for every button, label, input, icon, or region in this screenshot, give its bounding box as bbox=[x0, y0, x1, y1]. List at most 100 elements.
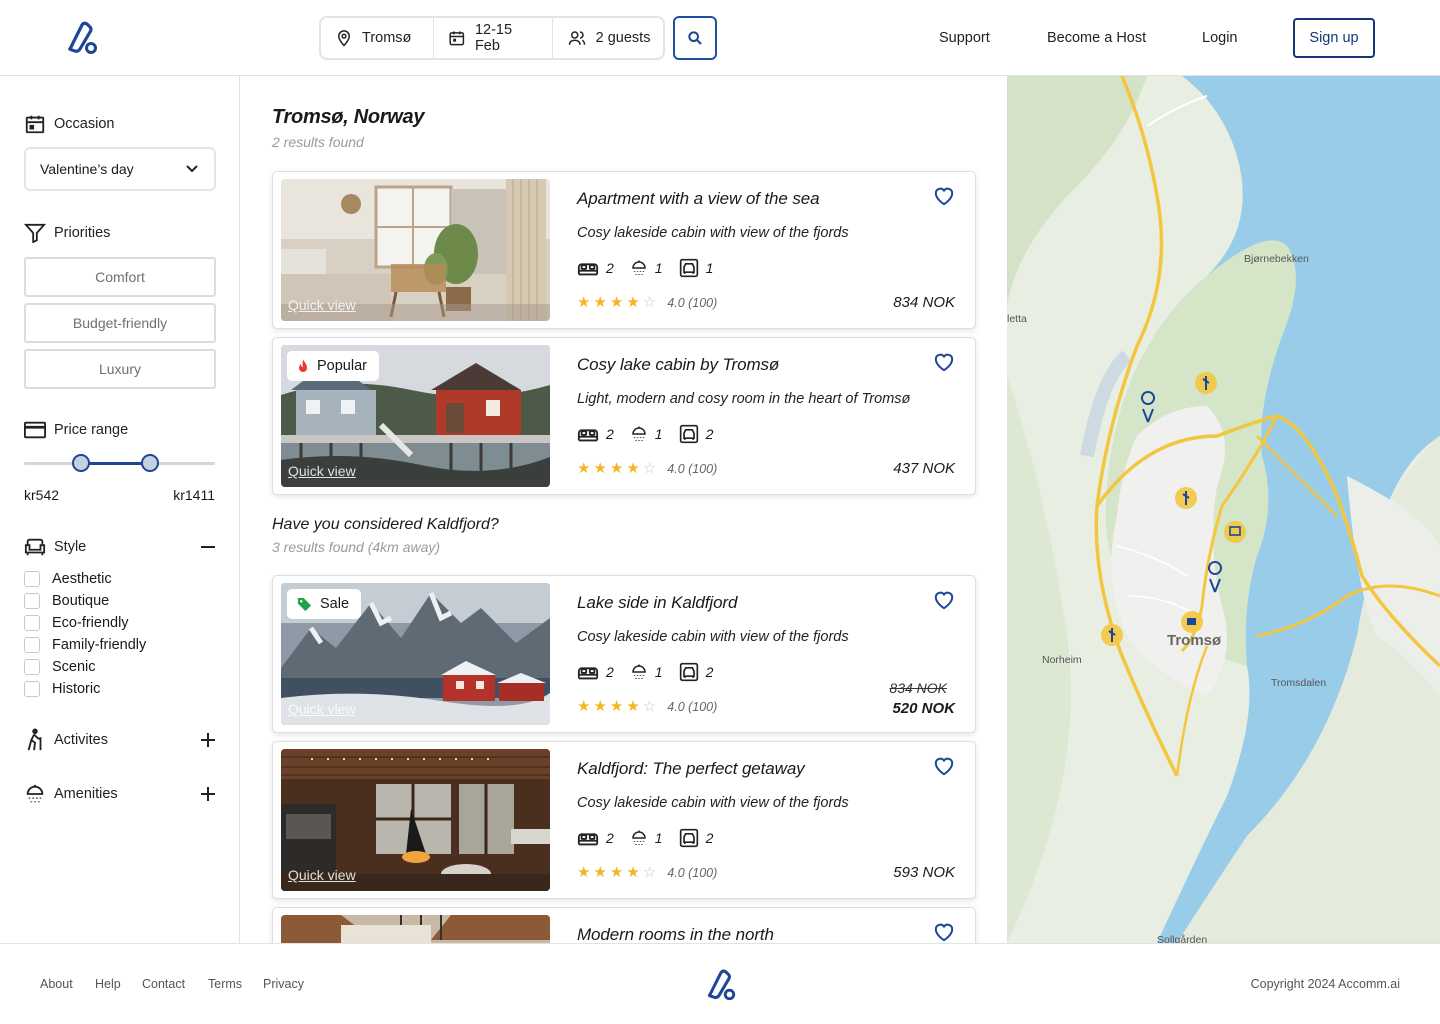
quick-view-link[interactable]: Quick view bbox=[288, 297, 356, 313]
parking-feature: 2 bbox=[679, 424, 713, 444]
listing-title[interactable]: Apartment with a view of the sea bbox=[577, 189, 820, 209]
rating-text: 4.0 (100) bbox=[667, 865, 718, 880]
style-option-eco-friendly[interactable]: Eco-friendly bbox=[24, 615, 129, 631]
showers-feature: 1 bbox=[630, 259, 663, 277]
results-map[interactable]: Bjørnebekken letta Tromsø Norheim Tromsd… bbox=[1007, 76, 1440, 943]
price-slider[interactable] bbox=[24, 454, 215, 472]
plus-icon[interactable] bbox=[200, 786, 216, 802]
dates-field[interactable]: 12-15 Feb bbox=[434, 18, 553, 58]
listing-title[interactable]: Modern rooms in the north bbox=[577, 925, 774, 943]
style-option-aesthetic[interactable]: Aesthetic bbox=[24, 571, 112, 587]
listing-title[interactable]: Kaldfjord: The perfect getaway bbox=[577, 759, 805, 779]
footer-link-help[interactable]: Help bbox=[95, 977, 121, 991]
beds-count: 2 bbox=[606, 830, 614, 846]
quick-view-link[interactable]: Quick view bbox=[288, 867, 356, 883]
search-button[interactable] bbox=[673, 16, 717, 60]
bed-icon bbox=[577, 833, 599, 846]
credit-card-icon bbox=[24, 421, 46, 439]
listing-photo[interactable]: Quick view bbox=[281, 749, 550, 891]
footer-link-about[interactable]: About bbox=[40, 977, 73, 991]
heart-icon[interactable] bbox=[933, 186, 955, 206]
signup-button[interactable]: Sign up bbox=[1293, 18, 1375, 58]
occasion-dropdown[interactable]: Valentine’s day bbox=[24, 147, 216, 191]
parking-count: 2 bbox=[705, 664, 714, 680]
filter-icon bbox=[24, 223, 46, 243]
accomm-logo[interactable] bbox=[62, 19, 100, 57]
showers-feature: 1 bbox=[630, 829, 663, 847]
map-label: Sollgården bbox=[1157, 934, 1208, 943]
heart-icon[interactable] bbox=[933, 590, 955, 610]
amenities-heading[interactable]: Amenities bbox=[24, 783, 216, 805]
listing-title[interactable]: Cosy lake cabin by Tromsø bbox=[577, 355, 779, 375]
car-icon bbox=[679, 258, 698, 278]
parking-feature: 1 bbox=[679, 258, 713, 278]
listing-photo[interactable]: Sale Quick view bbox=[281, 583, 550, 725]
listing-card[interactable]: Sale Quick view Lake side in Kaldfjord C… bbox=[272, 575, 976, 733]
activities-heading[interactable]: Activites bbox=[24, 728, 216, 752]
star-empty-icon: ☆ bbox=[642, 698, 657, 715]
priority-comfort[interactable]: Comfort bbox=[24, 257, 216, 297]
badge-label: Sale bbox=[320, 596, 350, 612]
filter-sidebar: Occasion Valentine’s day Priorities Comf… bbox=[0, 76, 240, 943]
rating-text: 4.0 (100) bbox=[667, 295, 718, 310]
heart-icon[interactable] bbox=[933, 756, 955, 776]
location-field[interactable]: Tromsø bbox=[321, 18, 435, 58]
style-option-boutique[interactable]: Boutique bbox=[24, 593, 109, 609]
option-label: Boutique bbox=[52, 593, 110, 609]
listing-card[interactable]: Quick view Apartment with a view of the … bbox=[272, 171, 976, 329]
guests-field[interactable]: 2 guests bbox=[553, 18, 663, 58]
map-label: Tromsø bbox=[1167, 632, 1222, 649]
price-max-handle[interactable] bbox=[141, 454, 160, 472]
nav-support[interactable]: Support bbox=[939, 30, 990, 46]
footer-logo[interactable] bbox=[702, 967, 738, 1003]
nav-login[interactable]: Login bbox=[1202, 30, 1237, 46]
plus-icon[interactable] bbox=[200, 732, 216, 748]
star-icon: ★ bbox=[609, 864, 624, 881]
checkbox[interactable] bbox=[24, 571, 40, 587]
listing-features: 2 1 2 bbox=[577, 424, 721, 444]
listing-description: Cosy lakeside cabin with view of the fjo… bbox=[577, 225, 849, 241]
checkbox[interactable] bbox=[24, 593, 40, 609]
minus-icon[interactable] bbox=[200, 539, 216, 555]
nav-become-host[interactable]: Become a Host bbox=[1047, 30, 1146, 46]
star-empty-icon: ☆ bbox=[642, 294, 657, 311]
listing-photo[interactable]: Popular Quick view bbox=[281, 345, 550, 487]
listing-title[interactable]: Lake side in Kaldfjord bbox=[577, 593, 737, 613]
heart-icon[interactable] bbox=[933, 352, 955, 372]
occasion-heading: Occasion bbox=[24, 113, 114, 135]
priority-budget-friendly[interactable]: Budget-friendly bbox=[24, 303, 216, 343]
amenities-label: Amenities bbox=[54, 786, 118, 802]
footer-link-privacy[interactable]: Privacy bbox=[263, 977, 304, 991]
star-icon: ★ bbox=[577, 294, 591, 311]
listing-card[interactable]: Modern rooms in the north bbox=[272, 907, 976, 943]
style-option-family-friendly[interactable]: Family-friendly bbox=[24, 637, 146, 653]
priority-luxury[interactable]: Luxury bbox=[24, 349, 216, 389]
listing-photo[interactable] bbox=[281, 915, 550, 943]
heart-icon[interactable] bbox=[933, 922, 955, 942]
price-min-handle[interactable] bbox=[72, 454, 91, 472]
priorities-heading: Priorities bbox=[24, 223, 110, 243]
option-label: Eco-friendly bbox=[52, 615, 129, 631]
listing-photo[interactable]: Quick view bbox=[281, 179, 550, 321]
checkbox[interactable] bbox=[24, 659, 40, 675]
star-icon: ★ bbox=[593, 460, 607, 477]
checkbox[interactable] bbox=[24, 615, 40, 631]
checkbox[interactable] bbox=[24, 637, 40, 653]
footer-link-contact[interactable]: Contact bbox=[142, 977, 185, 991]
listing-card[interactable]: Popular Quick view Cosy lake cabin by Tr… bbox=[272, 337, 976, 495]
top-header: Tromsø 12-15 Feb 2 guests Support Become… bbox=[0, 0, 1440, 76]
listing-rating: ★ ★ ★ ★ ☆ 4.0 (100) bbox=[577, 295, 717, 310]
quick-view-link[interactable]: Quick view bbox=[288, 463, 356, 479]
listing-price: 437 NOK bbox=[893, 460, 955, 477]
bed-icon bbox=[577, 263, 599, 276]
footer-link-terms[interactable]: Terms bbox=[208, 977, 242, 991]
listing-description: Light, modern and cosy room in the heart… bbox=[577, 391, 911, 407]
alternative-results-count: 3 results found (4km away) bbox=[272, 539, 441, 555]
listing-card[interactable]: Quick view Kaldfjord: The perfect getawa… bbox=[272, 741, 976, 899]
star-empty-icon: ☆ bbox=[642, 864, 657, 881]
quick-view-link[interactable]: Quick view bbox=[288, 701, 356, 717]
checkbox[interactable] bbox=[24, 681, 40, 697]
style-heading[interactable]: Style bbox=[24, 537, 216, 557]
style-option-scenic[interactable]: Scenic bbox=[24, 659, 96, 675]
style-option-historic[interactable]: Historic bbox=[24, 681, 100, 697]
